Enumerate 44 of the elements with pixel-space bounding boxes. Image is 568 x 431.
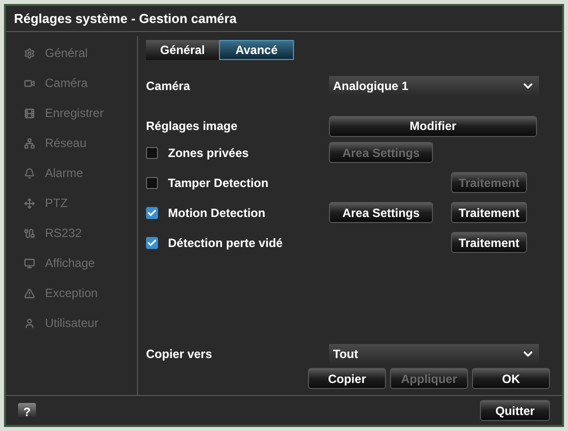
action-button[interactable]: OK <box>472 368 550 389</box>
checkbox[interactable] <box>146 206 158 218</box>
area-settings-button[interactable]: Area Settings <box>329 202 433 223</box>
sidebar-item[interactable]: Alarme <box>24 164 137 182</box>
field-label: Caméra <box>146 78 192 95</box>
action-button[interactable]: Traitement <box>451 232 527 253</box>
user-icon <box>24 318 35 328</box>
checkbox-label: Détection perte vidé <box>168 234 283 252</box>
copy-to-dropdown[interactable]: Tout <box>329 344 539 364</box>
move-arrows-icon <box>24 198 35 208</box>
warning-icon <box>24 288 35 298</box>
tab[interactable]: Général <box>146 40 219 60</box>
sidebar-item[interactable]: Exception <box>24 284 137 302</box>
sidebar-item[interactable]: Affichage <box>24 254 137 272</box>
sidebar-item[interactable]: Utilisateur <box>24 314 137 332</box>
sidebar-item[interactable]: PTZ <box>24 194 137 212</box>
checkbox[interactable] <box>146 236 158 248</box>
checkbox-label: Motion Detection <box>168 204 266 222</box>
action-button[interactable]: Copier <box>308 368 386 389</box>
field-label: Copier vers <box>146 346 214 363</box>
sidebar-item[interactable]: Caméra <box>24 74 137 92</box>
help-button[interactable]: ? <box>18 402 36 418</box>
window-title: Réglages système - Gestion caméra <box>14 10 237 28</box>
camera-icon <box>24 78 35 88</box>
sidebar-item[interactable]: Réseau <box>24 134 137 152</box>
monitor-icon <box>24 258 35 268</box>
checkbox-label: Zones privées <box>168 144 249 162</box>
cable-icon <box>24 228 35 238</box>
sidebar-item[interactable]: RS232 <box>24 224 137 242</box>
tab[interactable]: Avancé <box>219 40 294 60</box>
checkbox[interactable] <box>146 176 158 188</box>
action-button[interactable]: Traitement <box>451 202 527 223</box>
sidebar-item[interactable]: Général <box>24 44 137 62</box>
checkbox[interactable] <box>146 146 158 158</box>
checkbox-label: Tamper Detection <box>168 174 268 192</box>
field-label: Réglages image <box>146 118 238 135</box>
sidebar-item[interactable]: Enregistrer <box>24 104 137 122</box>
settings-icon <box>24 48 35 58</box>
quit-button[interactable]: Quitter <box>480 400 550 421</box>
bell-icon <box>24 168 35 178</box>
modify-button[interactable]: Modifier <box>329 116 537 136</box>
camera-dropdown[interactable]: Analogique 1 <box>329 76 539 96</box>
film-icon <box>24 108 35 118</box>
network-icon <box>24 138 35 148</box>
